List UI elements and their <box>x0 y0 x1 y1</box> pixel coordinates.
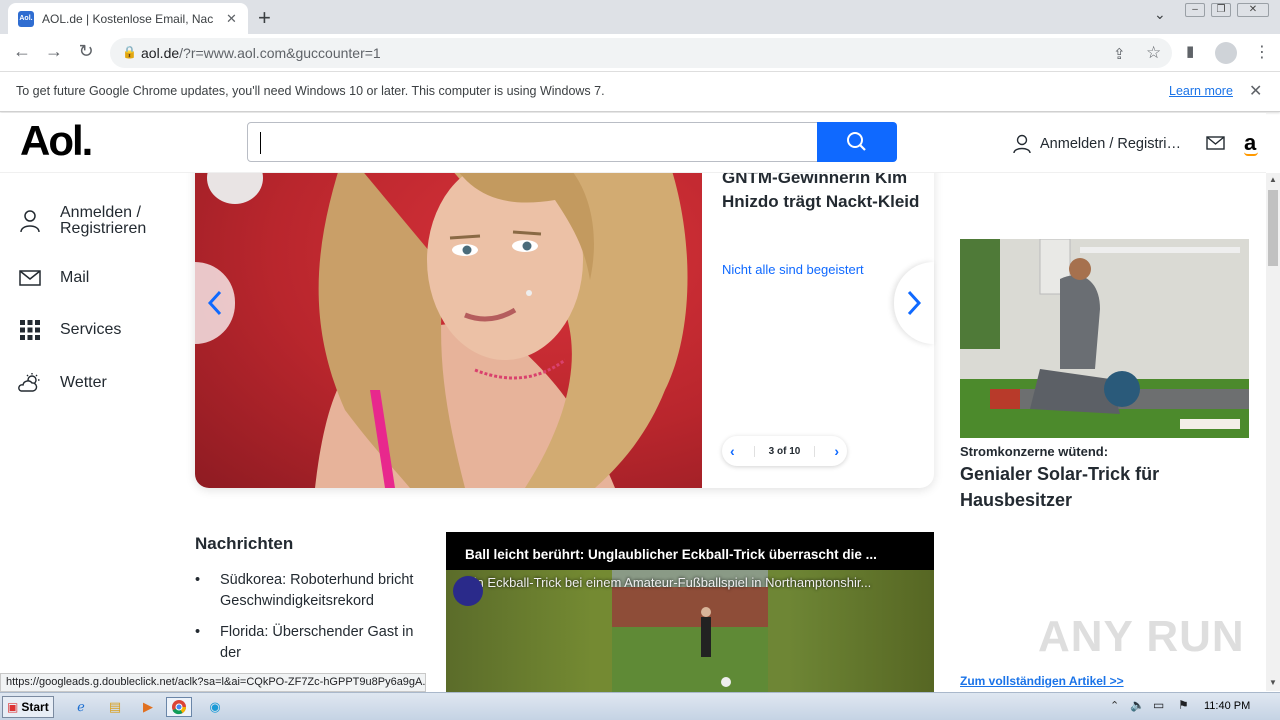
tab-strip: Aol. AOL.de | Kostenlose Email, Nachrich… <box>0 0 1280 34</box>
back-icon[interactable]: ← <box>10 41 34 62</box>
side-panel-icon[interactable]: ▮ <box>1186 42 1194 60</box>
search-button[interactable] <box>817 122 897 162</box>
chrome-icon <box>172 700 186 715</box>
mail-icon[interactable] <box>1206 135 1226 151</box>
sidebar-item-label: Wetter <box>60 374 107 391</box>
scroll-thumb[interactable] <box>1268 190 1278 266</box>
user-icon <box>1013 134 1031 154</box>
windows-taskbar: ▣ Start ℯ ▤ ▶ ◉ ⌃ 🔈 ▭ ⚑ 11:40 PM <box>0 692 1280 720</box>
action-center-flag-icon[interactable]: ⚑ <box>1178 698 1189 712</box>
start-button[interactable]: ▣ Start <box>2 696 54 718</box>
carousel-card[interactable]: GNTM-Gewinnerin Kim Hnizdo trägt Nackt-K… <box>195 150 934 488</box>
sidebar-item-login[interactable]: Anmelden / Registrieren <box>18 205 170 237</box>
scroll-down-icon[interactable]: ▼ <box>1269 678 1277 687</box>
menu-kebab-icon[interactable]: ⋮ <box>1254 42 1270 62</box>
news-list: Südkorea: Roboterhund bricht Geschwindig… <box>195 570 415 674</box>
reload-icon[interactable]: ↻ <box>74 41 98 62</box>
video-title[interactable]: Ball leicht berührt: Unglaublicher Eckba… <box>446 532 934 570</box>
ad-title[interactable]: Genialer Solar-Trick für Hausbesitzer <box>960 461 1250 513</box>
page-scrollbar[interactable]: ▲ ▼ <box>1266 173 1280 691</box>
learn-more-link[interactable]: Learn more <box>1169 84 1233 98</box>
bookmark-star-icon[interactable]: ☆ <box>1146 43 1161 63</box>
news-item[interactable]: Südkorea: Roboterhund bricht Geschwindig… <box>195 570 415 612</box>
text-caret <box>260 132 261 154</box>
header-login-link[interactable]: Anmelden / Registri… <box>1012 134 1181 154</box>
forward-icon[interactable]: → <box>42 41 66 62</box>
portrait-illustration <box>207 150 688 488</box>
close-window-button[interactable]: ✕ <box>1237 3 1269 17</box>
chevron-right-icon <box>907 290 922 316</box>
tray-expand-icon[interactable]: ⌃ <box>1110 699 1119 712</box>
sidebar-item-label: Services <box>60 321 122 338</box>
share-icon[interactable]: ⇪ <box>1113 45 1126 63</box>
infobar-message: To get future Google Chrome updates, you… <box>16 84 605 98</box>
url-text[interactable]: aol.de/?r=www.aol.com&guccounter=1 <box>141 45 381 61</box>
mail-icon <box>18 266 42 290</box>
browser-toolbar: ← → ↻ 🔒 aol.de/?r=www.aol.com&guccounter… <box>0 34 1280 72</box>
network-icon[interactable]: ▭ <box>1153 698 1164 712</box>
carousel-subline-link[interactable]: Nicht alle sind begeistert <box>722 262 864 277</box>
aol-logo[interactable]: Aol. <box>20 117 93 165</box>
ad-read-more-link[interactable]: Zum vollständigen Artikel >> <box>960 674 1124 688</box>
header-login-label: Anmelden / Registri… <box>1040 136 1182 152</box>
new-tab-button[interactable]: + <box>258 5 271 31</box>
aol-header: Aol. Anmelden / Registri… a <box>0 113 1266 173</box>
minimize-button[interactable]: – <box>1185 3 1205 17</box>
solar-worker-illustration <box>960 239 1249 438</box>
status-bar-url: https://googleads.g.doubleclick.net/aclk… <box>0 673 426 692</box>
scroll-up-icon[interactable]: ▲ <box>1269 175 1277 184</box>
user-icon <box>18 209 42 233</box>
taskbar-clock[interactable]: 11:40 PM <box>1204 700 1250 712</box>
carousel-headline[interactable]: GNTM-Gewinnerin Kim Hnizdo trägt Nackt-K… <box>722 166 922 214</box>
search-icon <box>847 132 866 151</box>
grid-icon <box>18 318 42 342</box>
file-explorer-icon[interactable]: ▤ <box>102 697 128 717</box>
video-badge-icon <box>453 576 483 606</box>
tab-search-chevron-icon[interactable]: ⌄ <box>1154 6 1166 23</box>
media-player-icon[interactable]: ▶ <box>135 697 161 717</box>
tab-title: AOL.de | Kostenlose Email, Nachrichten <box>42 11 214 26</box>
chrome-taskbar-icon[interactable] <box>166 697 192 717</box>
profile-avatar[interactable] <box>1215 42 1237 64</box>
sidebar-item-label: Mail <box>60 269 90 286</box>
ad-kicker[interactable]: Stromkonzerne wütend: <box>960 444 1108 459</box>
volume-icon[interactable]: 🔈 <box>1130 698 1145 712</box>
internet-explorer-icon[interactable]: ℯ <box>68 697 94 717</box>
restore-button[interactable]: ❐ <box>1211 3 1231 17</box>
weather-icon <box>18 371 42 395</box>
edge-icon[interactable]: ◉ <box>202 697 228 717</box>
update-infobar: To get future Google Chrome updates, you… <box>0 72 1280 112</box>
lock-icon: 🔒 <box>122 45 137 59</box>
sidebar-item-mail[interactable]: Mail <box>18 266 89 290</box>
sidebar-item-label: Anmelden / Registrieren <box>60 204 147 237</box>
browser-tab[interactable]: Aol. AOL.de | Kostenlose Email, Nachrich… <box>8 3 248 34</box>
pager-prev-icon[interactable]: ‹ <box>730 443 735 459</box>
amazon-icon[interactable]: a <box>1244 130 1258 156</box>
chevron-left-icon <box>207 290 222 316</box>
news-heading: Nachrichten <box>195 534 294 553</box>
anyrun-watermark: ANY RUN <box>1038 612 1245 661</box>
video-description: Ein Eckball-Trick bei einem Amateur-Fußb… <box>465 575 872 590</box>
close-infobar-icon[interactable]: ✕ <box>1249 81 1262 101</box>
carousel-photo[interactable] <box>195 150 702 488</box>
close-tab-icon[interactable]: ✕ <box>226 11 237 27</box>
windows-logo-icon: ▣ <box>7 700 19 714</box>
carousel-pager: ‹ 3 of 10 › <box>722 436 847 466</box>
pager-next-icon[interactable]: › <box>834 443 839 459</box>
address-bar[interactable]: 🔒 aol.de/?r=www.aol.com&guccounter=1 ⇪ ☆ <box>110 38 1172 68</box>
news-item[interactable]: Florida: Überschender Gast in der <box>195 622 415 664</box>
aol-favicon-icon: Aol. <box>18 10 34 27</box>
sidebar-item-services[interactable]: Services <box>18 318 121 342</box>
search-input[interactable] <box>247 122 818 162</box>
pager-label: 3 of 10 <box>753 445 816 457</box>
sidebar-item-weather[interactable]: Wetter <box>18 371 107 395</box>
video-player[interactable]: Ball leicht berührt: Unglaublicher Eckba… <box>446 532 934 692</box>
ad-image[interactable] <box>960 239 1249 438</box>
